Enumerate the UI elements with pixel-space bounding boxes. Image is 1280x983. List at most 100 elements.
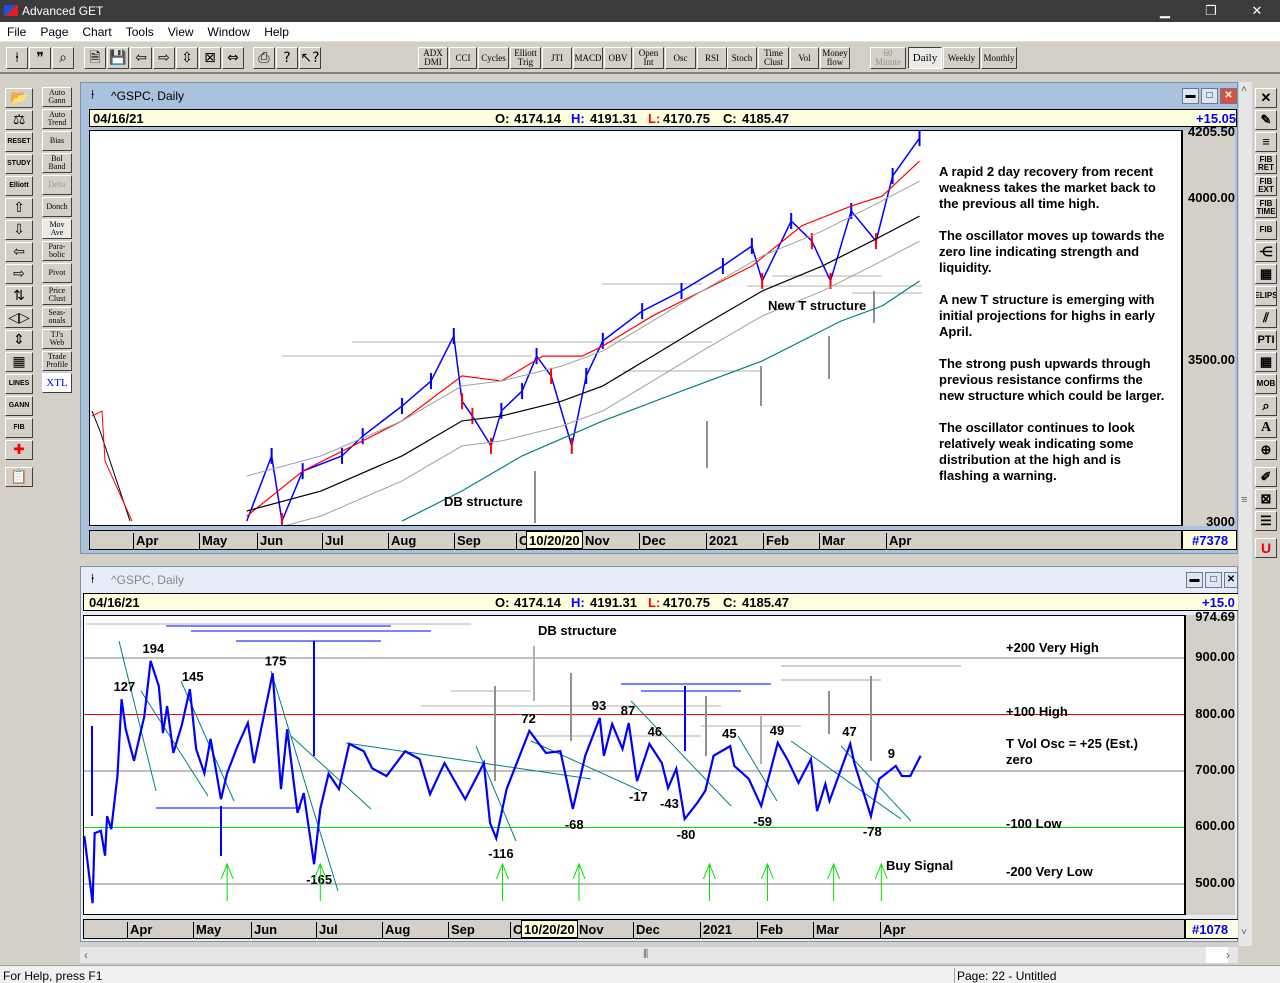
tool-bol-band[interactable]: Bol Band (42, 153, 72, 173)
tool-bias[interactable]: Bias (42, 131, 72, 151)
timeframe-60-minute[interactable]: 60 Minute (870, 47, 906, 69)
study-money-flow[interactable]: Money flow (820, 47, 850, 69)
channel-icon[interactable]: ⫽ (1255, 308, 1277, 328)
menu-view[interactable]: View (161, 22, 201, 39)
tool-grid-icon[interactable]: ▦ (5, 352, 33, 372)
new-page-icon[interactable]: 🗎 (84, 47, 106, 69)
osc-date-axis[interactable]: Apr May Jun Jul Aug Sep O Nov Dec 2021 Feb Mar Apr 10… (83, 919, 1185, 939)
menu-file[interactable]: File (0, 22, 33, 39)
scroll-down-icon[interactable]: ˅ (1241, 927, 1247, 938)
tool-fib-icon[interactable]: FIB (5, 418, 33, 438)
study-cci[interactable]: CCI (449, 47, 477, 69)
tool-auto-gann[interactable]: Auto Gann (42, 87, 72, 107)
menu-page[interactable]: Page (33, 22, 75, 39)
tool-trade-profile[interactable]: Trade Profile (42, 351, 72, 371)
scroll-left-icon[interactable]: ⇦ (130, 47, 152, 69)
study-obv[interactable]: OBV (604, 47, 632, 69)
study-adx-dmi[interactable]: ADX DMI (418, 47, 448, 69)
expand-icon[interactable]: ⇳ (176, 47, 198, 69)
tool-donch[interactable]: Donch (42, 197, 72, 217)
study-stoch[interactable]: Stoch (727, 47, 757, 69)
pencil-icon[interactable]: ✎ (1255, 110, 1277, 130)
tool-open-icon[interactable]: 📂 (5, 88, 33, 108)
timeframe-daily[interactable]: Daily (908, 47, 942, 69)
tool-tj-s-web[interactable]: TJ's Web (42, 329, 72, 349)
scroll-left-icon[interactable]: ‹ (84, 948, 88, 962)
tool-contract-icon[interactable]: ⇕ (5, 330, 33, 350)
vertical-scrollbar[interactable]: ˄ ≡ ˅ (1238, 82, 1252, 946)
minimize-button[interactable]: ▁ (1142, 0, 1188, 22)
study-time-clust[interactable]: Time Clust (758, 47, 789, 69)
tool-study-icon[interactable]: STUDY (5, 154, 33, 174)
scroll-right-icon[interactable]: › (1226, 948, 1230, 962)
zoom-icon[interactable]: ⌕ (52, 47, 74, 69)
tool-gann-icon[interactable]: GANN (5, 396, 33, 416)
study-cycles[interactable]: Cycles (478, 47, 509, 69)
chart-close-button[interactable]: ✕ (1220, 88, 1237, 104)
price-date-axis[interactable]: Apr May Jun Jul Aug Sep O Nov Dec 2021 Feb Mar Apr 10… (89, 530, 1182, 550)
study-jti[interactable]: JTI (542, 47, 572, 69)
horizontal-scrollbar[interactable]: ‹ ⦀ › (80, 946, 1238, 963)
tool-seas-onals[interactable]: Seas-onals (42, 307, 72, 327)
context-help-icon[interactable]: ↖? (299, 47, 321, 69)
study-osc[interactable]: Osc (665, 47, 696, 69)
osc-minimize-button[interactable]: ▬ (1186, 572, 1203, 588)
eraser-icon[interactable]: ✐ (1255, 467, 1277, 487)
fib-ext-icon[interactable]: FIB EXT (1255, 176, 1277, 196)
study-open-int[interactable]: Open Int (633, 47, 664, 69)
chart-minimize-button[interactable]: ▬ (1182, 88, 1199, 104)
tool-mov-ave[interactable]: Mov Ave (42, 219, 72, 239)
osc-maximize-button[interactable]: □ (1205, 572, 1222, 588)
tool-lines-icon[interactable]: LINES (5, 374, 33, 394)
compress-icon[interactable]: ⊠ (199, 47, 221, 69)
tool-bias-scale-icon[interactable]: ⚖ (5, 110, 33, 130)
study-rsi[interactable]: RSI (697, 47, 727, 69)
ellipse-icon[interactable]: ELIPS (1255, 286, 1277, 306)
cursor-icon[interactable]: ⍿ (6, 47, 28, 69)
scroll-up-icon[interactable]: ˄ (1241, 84, 1247, 95)
tool-right-icon[interactable]: ⇨ (5, 264, 33, 284)
tool-down-icon[interactable]: ⇩ (5, 220, 33, 240)
save-icon[interactable]: 💾 (107, 47, 129, 69)
tool-expand-icon[interactable]: ◁▷ (5, 308, 33, 328)
fib-arc-icon[interactable]: FIB (1255, 220, 1277, 240)
time-zoom-icon[interactable]: ⌕ (1255, 396, 1277, 416)
text-icon[interactable]: A (1255, 418, 1277, 438)
help-icon[interactable]: ? (276, 47, 298, 69)
grid-icon[interactable]: ▦ (1255, 264, 1277, 284)
close-button[interactable]: ✕ (1234, 0, 1280, 22)
tool-auto-trend[interactable]: Auto Trend (42, 109, 72, 129)
menu-window[interactable]: Window (201, 22, 258, 39)
arrange-icon[interactable]: ⊠ (1255, 489, 1277, 509)
close-drawing-icon[interactable]: ✕ (1255, 88, 1277, 108)
menu-chart[interactable]: Chart (75, 22, 118, 39)
tool-price-clust[interactable]: Price Clust (42, 285, 72, 305)
oscillator-plot[interactable]: 127 194 145 175 -165 -116 72 -68 93 87 46 -17 -43 -80… (83, 615, 1185, 915)
scroll-grip-icon[interactable]: ⦀ (643, 947, 648, 962)
tool-pivot[interactable]: Pivot (42, 263, 72, 283)
menu-tools[interactable]: Tools (119, 22, 161, 39)
magnet-icon[interactable]: U (1255, 538, 1277, 558)
scroll-thumb[interactable] (1206, 947, 1228, 963)
print-icon[interactable]: ⎙ (253, 47, 275, 69)
pti-icon[interactable]: PTI (1255, 330, 1277, 350)
tool-elliott-icon[interactable]: Elliott (5, 176, 33, 196)
scroll-right-icon[interactable]: ⇨ (153, 47, 175, 69)
study-vol[interactable]: Vol (790, 47, 819, 69)
price-plot[interactable]: New T structure DB structure A rapid 2 d… (89, 130, 1182, 526)
timeframe-monthly[interactable]: Monthly (981, 47, 1017, 69)
tool-para-bolic[interactable]: Para-bolic (42, 241, 72, 261)
study-elliott-trig[interactable]: Elliott Trig (510, 47, 541, 69)
tool-up-icon[interactable]: ⇧ (5, 198, 33, 218)
tool-delta[interactable]: Delta (42, 175, 72, 195)
osc-close-button[interactable]: ✕ (1224, 572, 1238, 588)
restore-button[interactable]: ❐ (1188, 0, 1234, 22)
quote-icon[interactable]: ❞ (29, 47, 51, 69)
chart-maximize-button[interactable]: □ (1201, 88, 1218, 104)
table-icon[interactable]: ▦ (1255, 352, 1277, 372)
menu-help[interactable]: Help (257, 22, 296, 39)
fan-icon[interactable]: ⋲ (1255, 242, 1277, 262)
magnify-icon[interactable]: ⊕ (1255, 440, 1277, 460)
tool-crosshair-icon[interactable]: ✚ (5, 440, 33, 460)
fib-ret-icon[interactable]: FIB RET (1255, 154, 1277, 174)
